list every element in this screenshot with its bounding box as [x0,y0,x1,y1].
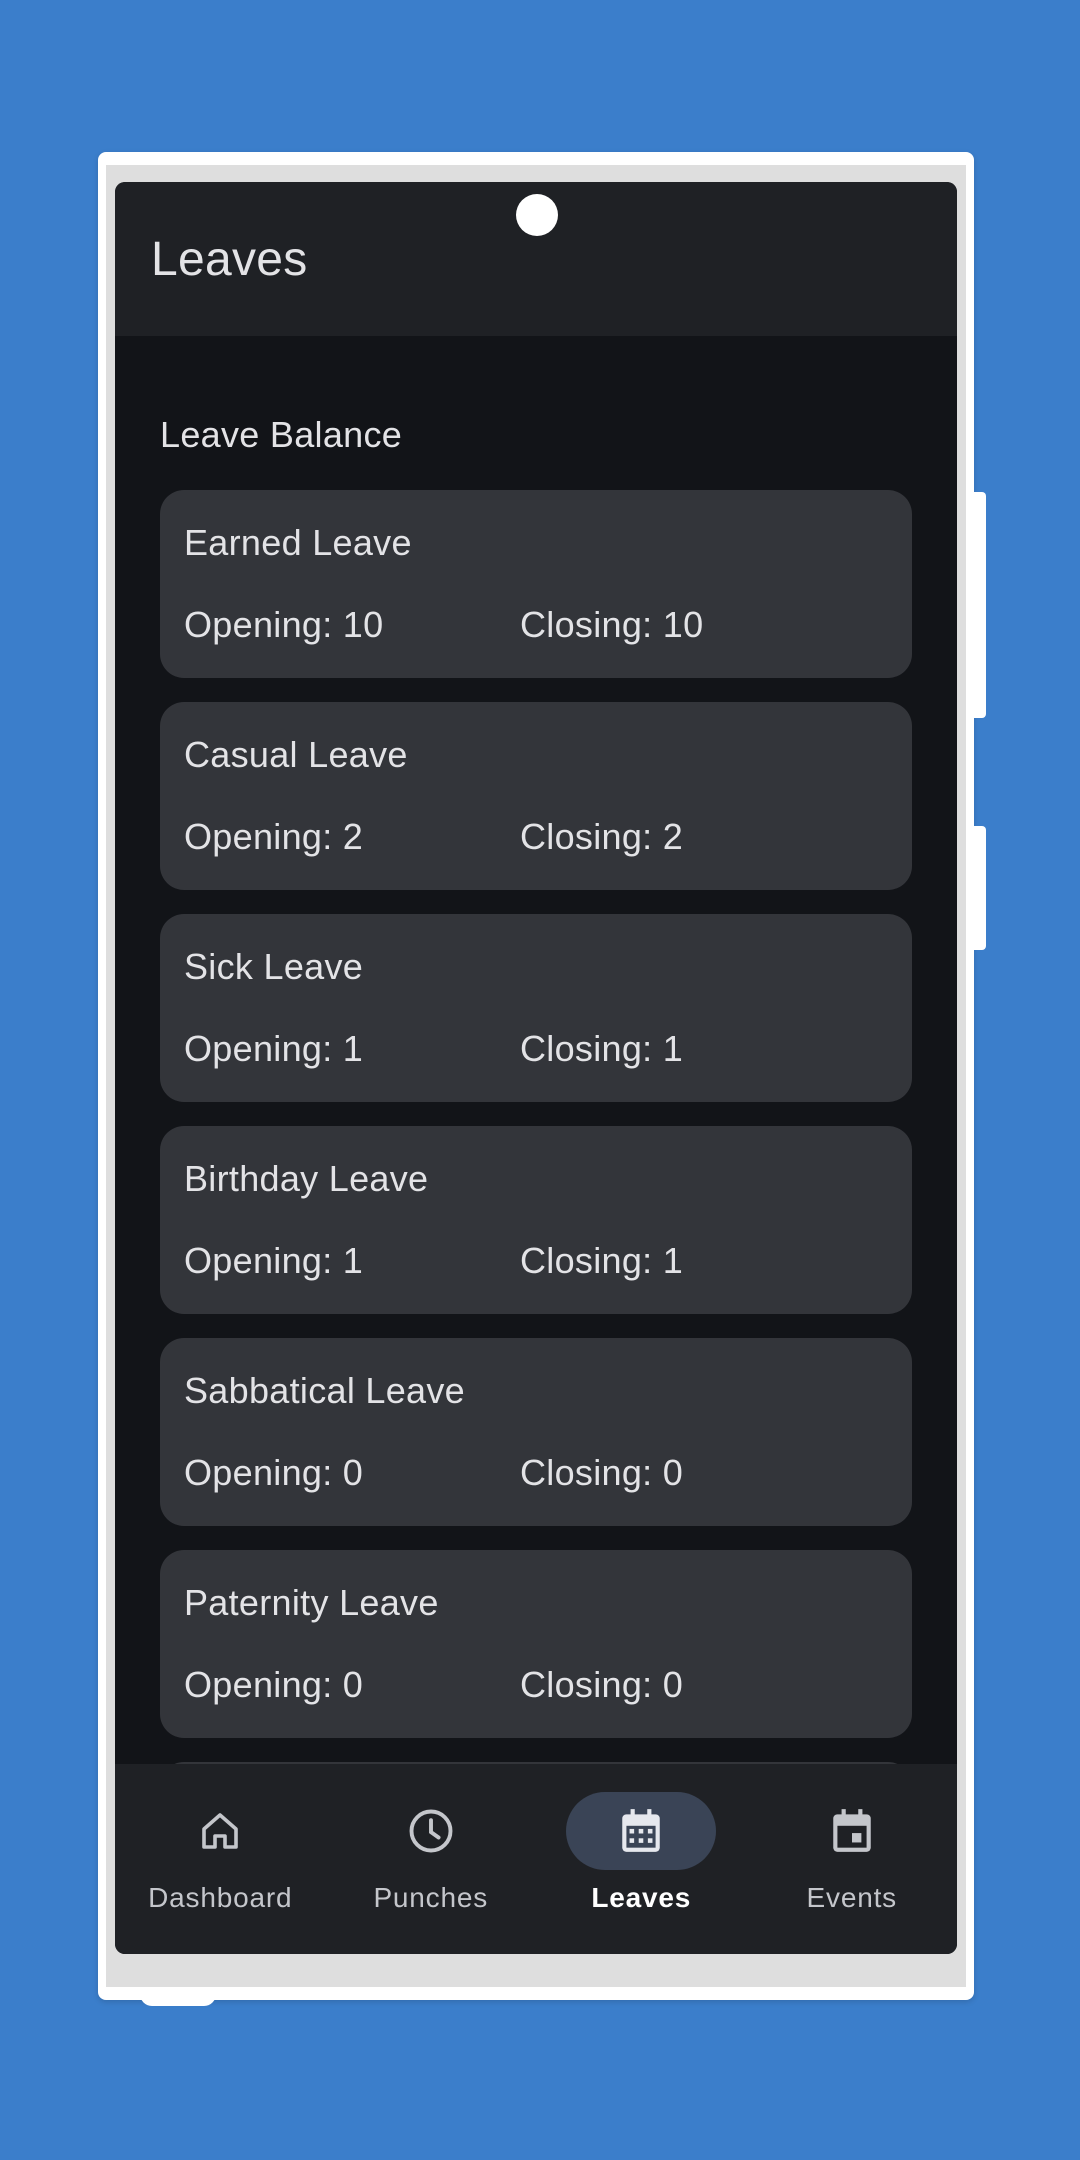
leave-card-casual[interactable]: Casual Leave Opening: 2 Closing: 2 [160,702,912,890]
leave-closing: Closing: 2 [520,816,684,857]
leave-opening: Opening: 1 [184,1028,364,1069]
leave-card-paternity[interactable]: Paternity Leave Opening: 0 Closing: 0 [160,1550,912,1738]
leave-closing: Closing: 0 [520,1664,684,1705]
leave-name: Paternity Leave [184,1582,439,1623]
clock-icon [405,1805,457,1857]
leave-name: Birthday Leave [184,1158,429,1199]
leave-closing: Closing: 10 [520,604,704,645]
nav-label: Dashboard [148,1882,293,1913]
nav-item-events[interactable]: Events [747,1764,958,1954]
bottom-navigation: Dashboard Punches Leaves Events [115,1764,957,1954]
front-camera [516,194,558,236]
nav-item-leaves[interactable]: Leaves [536,1764,747,1954]
leave-card-birthday[interactable]: Birthday Leave Opening: 1 Closing: 1 [160,1126,912,1314]
leave-content[interactable]: Leave Balance Earned Leave Opening: 10 C… [115,336,957,1764]
nav-item-punches[interactable]: Punches [326,1764,537,1954]
device-power-button [974,492,986,718]
leave-card-earned[interactable]: Earned Leave Opening: 10 Closing: 10 [160,490,912,678]
leave-opening: Opening: 1 [184,1240,364,1281]
nav-indicator [356,1792,506,1870]
leave-closing: Closing: 1 [520,1240,684,1281]
nav-label: Events [806,1882,897,1913]
leave-card-sick[interactable]: Sick Leave Opening: 1 Closing: 1 [160,914,912,1102]
leave-closing: Closing: 1 [520,1028,684,1069]
leave-opening: Opening: 10 [184,604,384,645]
leave-name: Casual Leave [184,734,408,775]
leave-name: Earned Leave [184,522,412,563]
nav-label: Punches [373,1882,489,1913]
leave-name: Sick Leave [184,946,364,987]
device-volume-button [974,826,986,950]
leave-closing: Closing: 0 [520,1452,684,1493]
nav-active-indicator [566,1792,717,1870]
leave-opening: Opening: 0 [184,1452,364,1493]
leave-opening: Opening: 0 [184,1664,364,1705]
device-bottom-nub [140,1994,216,2006]
leave-opening: Opening: 2 [184,816,364,857]
nav-item-dashboard[interactable]: Dashboard [115,1764,326,1954]
page-title: Leaves [151,233,308,286]
app-screen: Leaves Leave Balance Earned Leave Openin… [115,182,957,1954]
nav-indicator [777,1792,927,1870]
nav-indicator [145,1792,295,1870]
leave-name: Sabbatical Leave [184,1370,466,1411]
calendar-event-icon [827,1806,877,1856]
leave-card-sabbatical[interactable]: Sabbatical Leave Opening: 0 Closing: 0 [160,1338,912,1526]
section-title: Leave Balance [160,414,403,455]
leave-list: Earned Leave Opening: 10 Closing: 10 Cas… [160,490,912,1764]
home-icon [196,1807,244,1855]
nav-label: Leaves [591,1882,692,1913]
calendar-grid-icon [616,1806,666,1856]
